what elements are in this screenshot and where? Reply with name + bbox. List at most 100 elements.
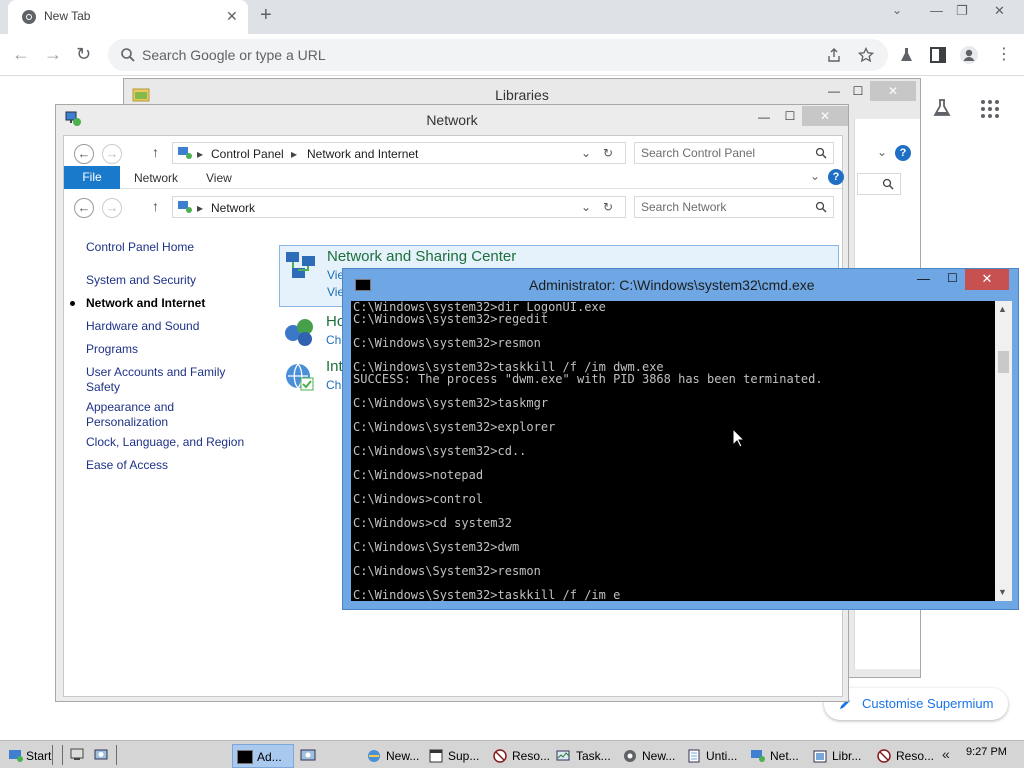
network-minimize-button[interactable]: — (754, 107, 774, 127)
switch-windows-icon[interactable] (94, 747, 108, 761)
menu-kebab-icon[interactable]: ⋮ (996, 44, 1012, 64)
nav-ease-of-access[interactable]: Ease of Access (86, 458, 256, 473)
omnibox-input[interactable] (142, 39, 782, 71)
ribbon-tab-file[interactable]: File (64, 166, 120, 189)
category-title[interactable]: Network and Sharing Center (327, 248, 516, 265)
cp-up-icon[interactable]: ↑ (152, 144, 159, 160)
clock[interactable]: 9:27 PM (966, 746, 1007, 758)
internet-options-icon (286, 363, 314, 391)
expand-ribbon-icon[interactable]: ⌄ (810, 169, 820, 183)
show-desktop-icon[interactable] (70, 747, 84, 761)
taskbar-button-task[interactable]: Task... (552, 744, 614, 768)
taskbar-button-new-2[interactable]: New... (618, 744, 680, 768)
libraries-minimize-button[interactable]: — (824, 81, 844, 101)
nav-system-and-security[interactable]: System and Security (86, 273, 256, 288)
scroll-down-arrow-icon[interactable]: ▼ (998, 587, 1007, 597)
net-address-bar[interactable]: ▸ Network ⌄ ↻ (172, 196, 626, 218)
reload-icon[interactable]: ↻ (76, 44, 91, 65)
nav-programs[interactable]: Programs (86, 342, 256, 357)
profile-avatar-icon[interactable] (959, 45, 979, 65)
chevron-down-icon[interactable]: ⌄ (877, 145, 887, 159)
cmd-maximize-button[interactable]: ☐ (947, 271, 958, 285)
start-button[interactable]: Start (6, 746, 51, 766)
labs-flask-icon[interactable] (932, 98, 952, 118)
net-forward-button[interactable]: → (102, 198, 122, 218)
nav-user-accounts[interactable]: User Accounts and Family Safety (86, 365, 234, 395)
cmd-console-output[interactable]: C:\Windows\system32>dir LogonUI.exe C:\Wi… (351, 301, 995, 601)
nav-control-panel-home[interactable]: Control Panel Home (86, 240, 256, 255)
back-icon[interactable]: ← (12, 44, 30, 65)
search-icon (882, 178, 894, 190)
cmd-icon (237, 750, 253, 764)
tray-chevron-icon[interactable]: « (942, 746, 950, 762)
window-icon[interactable] (300, 748, 316, 762)
help-icon[interactable]: ? (895, 145, 911, 161)
search-network-input[interactable] (641, 197, 801, 217)
minimize-button[interactable]: — (930, 3, 943, 18)
taskbar-button-net[interactable]: Net... (746, 744, 808, 768)
extension-icon[interactable] (896, 45, 916, 65)
breadcrumb-network[interactable]: Network (211, 201, 255, 215)
new-tab-button[interactable]: + (260, 4, 272, 27)
customise-button[interactable]: Customise Supermium (824, 688, 1008, 720)
cmd-scrollbar[interactable]: ▲ ▼ (995, 301, 1012, 601)
network-maximize-button[interactable]: ☐ (780, 106, 800, 126)
apps-grid-icon[interactable] (980, 99, 1000, 119)
taskbar-button-reso-1[interactable]: Reso... (488, 744, 550, 768)
net-back-button[interactable]: ← (74, 198, 94, 218)
libraries-search-box[interactable] (857, 173, 901, 195)
search-network[interactable] (634, 196, 834, 218)
libraries-close-button[interactable]: ✕ (870, 81, 916, 101)
taskbar-button-cmd[interactable]: Ad... (232, 744, 294, 768)
cmd-window-title: Administrator: C:\Windows\system32\cmd.e… (529, 277, 815, 293)
taskbar-button-new-1[interactable]: New... (362, 744, 422, 768)
ribbon-tab-view[interactable]: View (206, 171, 232, 185)
breadcrumb-control-panel[interactable]: Control Panel (211, 147, 284, 161)
taskbar-button-reso-2[interactable]: Reso... (872, 744, 934, 768)
address-dropdown-icon[interactable]: ⌄ (581, 146, 591, 160)
cp-forward-button[interactable]: → (102, 144, 122, 164)
ribbon-tab-network[interactable]: Network (134, 171, 178, 185)
taskbar-button-libr[interactable]: Libr... (808, 744, 870, 768)
search-control-panel-input[interactable] (641, 143, 801, 163)
cmd-output-line: C:\Windows\system32>taskmgr (353, 396, 549, 410)
cmd-output-line: C:\Windows\system32>resmon (353, 336, 541, 350)
scroll-thumb[interactable] (998, 351, 1009, 373)
tab-search-icon[interactable]: ⌄ (892, 3, 902, 17)
omnibox[interactable] (108, 39, 888, 71)
cp-back-button[interactable]: ← (74, 144, 94, 164)
side-panel-icon[interactable] (928, 45, 948, 65)
refresh-icon[interactable]: ↻ (603, 146, 613, 160)
cmd-output-line: C:\Windows\system32>regedit (353, 312, 549, 326)
address-dropdown-icon[interactable]: ⌄ (581, 200, 591, 214)
network-close-button[interactable]: ✕ (802, 106, 848, 126)
breadcrumb-network-and-internet[interactable]: Network and Internet (307, 147, 418, 161)
category-link[interactable]: Ch (326, 378, 341, 392)
close-tab-icon[interactable]: ✕ (226, 8, 238, 25)
libraries-maximize-button[interactable]: ☐ (848, 81, 868, 101)
nav-hardware-and-sound[interactable]: Hardware and Sound (86, 319, 256, 334)
category-title[interactable]: Int (326, 358, 343, 375)
nav-network-and-internet[interactable]: Network and Internet (86, 296, 256, 311)
taskbar-button-label: Sup... (448, 749, 480, 763)
search-icon (121, 48, 135, 62)
cmd-minimize-button[interactable]: — (917, 271, 930, 286)
help-icon[interactable]: ? (828, 169, 844, 185)
nav-appearance[interactable]: Appearance and Personalization (86, 400, 186, 430)
close-window-button[interactable]: ✕ (994, 3, 1005, 19)
search-control-panel[interactable] (634, 142, 834, 164)
tab-new-tab[interactable]: New Tab ✕ (8, 0, 248, 34)
forward-icon[interactable]: → (44, 44, 62, 65)
cp-address-bar[interactable]: ▸ Control Panel ▸ Network and Internet ⌄… (172, 142, 626, 164)
scroll-up-arrow-icon[interactable]: ▲ (998, 304, 1007, 314)
taskbar-button-sup[interactable]: Sup... (424, 744, 486, 768)
nav-clock-language-region[interactable]: Clock, Language, and Region (86, 435, 256, 450)
cmd-close-button[interactable]: ✕ (965, 269, 1009, 290)
bookmark-star-icon[interactable] (858, 47, 874, 63)
net-up-icon[interactable]: ↑ (152, 198, 159, 214)
taskbar-button-label: Unti... (706, 749, 738, 763)
share-icon[interactable] (826, 47, 842, 63)
refresh-icon[interactable]: ↻ (603, 200, 613, 214)
taskbar-button-untitled[interactable]: Unti... (682, 744, 744, 768)
restore-button[interactable]: ❐ (956, 3, 968, 19)
